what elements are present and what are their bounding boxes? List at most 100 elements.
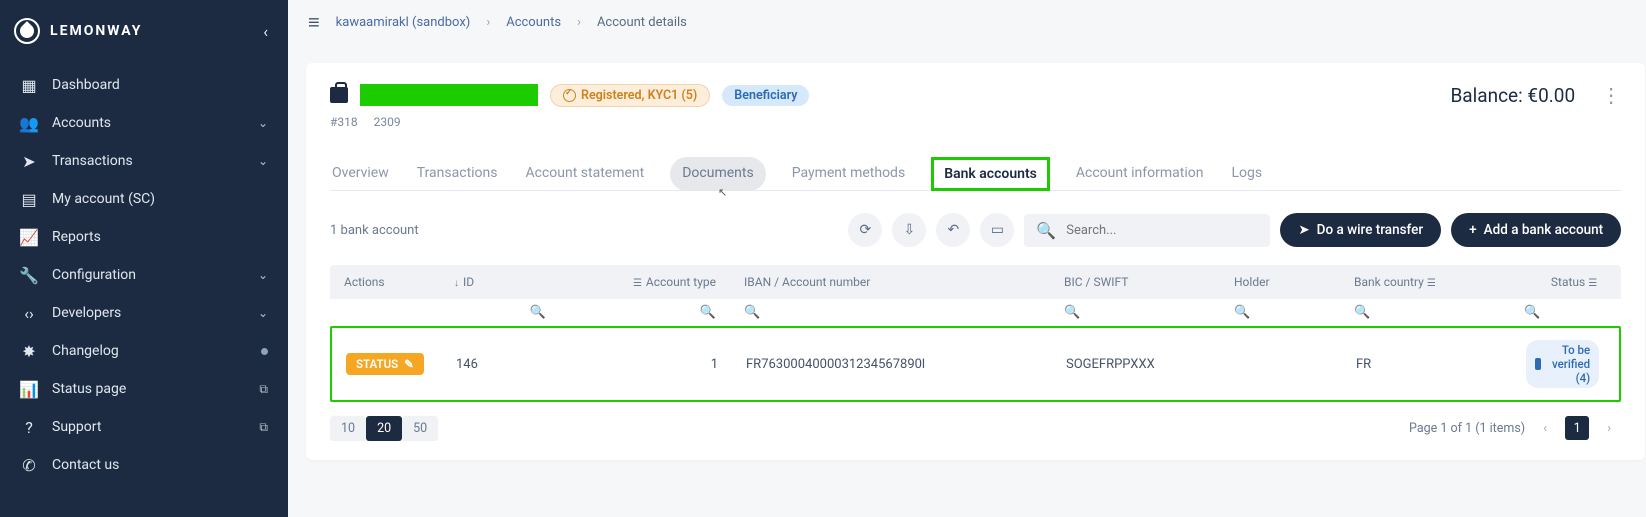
- sidebar-item-support[interactable]: ? Support ⧉: [8, 408, 280, 446]
- tab-documents[interactable]: Documents↖: [670, 157, 765, 191]
- col-status[interactable]: Status ☰: [1510, 275, 1621, 289]
- tabs: Overview Transactions Account statement Doc…: [330, 157, 1621, 191]
- nav-icon: 👥: [20, 114, 38, 132]
- page-info: Page 1 of 1 (1 items): [1409, 421, 1525, 436]
- cursor-icon: ↖: [718, 186, 727, 199]
- wire-transfer-button[interactable]: ➤ Do a wire transfer: [1280, 213, 1441, 247]
- search-icon[interactable]: 🔍: [1064, 305, 1080, 320]
- bank-accounts-table: Actions ↓ID ☰Account type IBAN / Account…: [330, 265, 1621, 402]
- search-icon[interactable]: 🔍: [700, 305, 716, 320]
- refresh-icon[interactable]: ⟳: [848, 213, 882, 247]
- sidebar-item-developers[interactable]: ‹›Developers⌄: [8, 294, 280, 332]
- nav-label: Accounts: [52, 115, 244, 131]
- col-account-type[interactable]: ☰Account type: [560, 275, 730, 289]
- col-holder[interactable]: Holder: [1220, 275, 1340, 289]
- chevron-right-icon: ›: [577, 15, 581, 30]
- sidebar-item-my-account-sc-[interactable]: ▤My account (SC): [8, 180, 280, 218]
- nav-label: Support: [52, 419, 241, 435]
- search-icon[interactable]: 🔍: [1524, 305, 1540, 320]
- col-country[interactable]: Bank country ☰: [1340, 275, 1510, 289]
- row-bic: SOGEFRPPXXX: [1052, 357, 1222, 372]
- sidebar: LEMONWAY ‹ ▦Dashboard👥Accounts⌄➤Transact…: [0, 0, 288, 517]
- page-number[interactable]: 1: [1565, 416, 1589, 440]
- nav-label: Changelog: [52, 343, 243, 359]
- nav-label: Developers: [52, 305, 244, 321]
- search-icon: 🔍: [1036, 221, 1056, 240]
- sidebar-item-reports[interactable]: 📈Reports: [8, 218, 280, 256]
- table-row[interactable]: STATUS ✎ 146 1 FR7630004000031234567890l…: [330, 326, 1621, 402]
- role-label: Beneficiary: [734, 88, 797, 103]
- sidebar-item-accounts[interactable]: 👥 Accounts ⌄: [8, 104, 280, 142]
- search-icon[interactable]: 🔍: [1354, 305, 1370, 320]
- kyc-status-pill: Registered, KYC1 (5): [550, 84, 710, 107]
- shield-icon: [1535, 358, 1541, 370]
- sidebar-item-status-page[interactable]: 📊Status page⧉: [8, 370, 280, 408]
- row-iban: FR7630004000031234567890l: [732, 357, 1052, 372]
- page-size-20[interactable]: 20: [366, 416, 402, 441]
- sidebar-item-transactions[interactable]: ➤Transactions⌄: [8, 142, 280, 180]
- pagination: 102050 Page 1 of 1 (1 items) ‹ 1 ›: [330, 416, 1621, 440]
- nav-icon: ‹›: [20, 304, 38, 322]
- nav-label: Transactions: [52, 153, 244, 169]
- col-bic[interactable]: BIC / SWIFT: [1050, 275, 1220, 289]
- chevron-down-icon: ⌄: [258, 154, 268, 168]
- page-size-10[interactable]: 10: [330, 416, 366, 441]
- nav-icon: ✆: [20, 456, 38, 474]
- nav-icon: ?: [20, 418, 38, 436]
- next-page-button[interactable]: ›: [1597, 416, 1621, 440]
- menu-icon[interactable]: ≡: [308, 10, 320, 35]
- sidebar-item-contact-us[interactable]: ✆ Contact us: [8, 446, 280, 484]
- crumb-env[interactable]: kawaamirakl (sandbox): [336, 15, 471, 30]
- dot-indicator: [261, 348, 268, 355]
- row-status-button[interactable]: STATUS ✎: [346, 353, 424, 375]
- tab-account-information[interactable]: Account information: [1074, 157, 1206, 191]
- external-link-icon: ⧉: [259, 420, 268, 435]
- nav-icon: ▤: [20, 190, 38, 208]
- search-icon[interactable]: 🔍: [530, 305, 546, 320]
- filter-icon: ☰: [633, 278, 642, 289]
- sidebar-item-configuration[interactable]: 🔧Configuration⌄: [8, 256, 280, 294]
- nav-icon: ▦: [20, 76, 38, 94]
- wire-label: Do a wire transfer: [1317, 222, 1424, 238]
- nav-icon: 📈: [20, 228, 38, 246]
- tab-transactions[interactable]: Transactions: [415, 157, 500, 191]
- nav-icon: ✸: [20, 342, 38, 360]
- row-id: 146: [442, 357, 562, 372]
- chevron-down-icon: ⌄: [258, 116, 268, 130]
- tab-overview[interactable]: Overview: [330, 157, 391, 191]
- check-circle-icon: [563, 89, 576, 102]
- page-size-50[interactable]: 50: [402, 416, 438, 441]
- search-input[interactable]: [1066, 223, 1258, 238]
- brand-name: LEMONWAY: [50, 23, 142, 39]
- sidebar-collapse-button[interactable]: ‹: [263, 22, 268, 41]
- export-icon[interactable]: ⇩: [892, 213, 926, 247]
- tab-payment-methods[interactable]: Payment methods: [790, 157, 907, 191]
- prev-page-button[interactable]: ‹: [1533, 416, 1557, 440]
- undo-icon[interactable]: ↶: [936, 213, 970, 247]
- search-icon[interactable]: 🔍: [744, 305, 760, 320]
- sidebar-item-changelog[interactable]: ✸ Changelog: [8, 332, 280, 370]
- crumb-current: Account details: [597, 15, 687, 30]
- crumb-accounts[interactable]: Accounts: [506, 15, 561, 30]
- col-actions: Actions: [330, 275, 440, 289]
- more-menu-icon[interactable]: ⋮: [1601, 83, 1621, 107]
- status-btn-label: STATUS: [356, 357, 398, 371]
- col-iban[interactable]: IBAN / Account number: [730, 275, 1050, 289]
- sidebar-item-dashboard[interactable]: ▦Dashboard: [8, 66, 280, 104]
- row-count: 1 bank account: [330, 223, 419, 238]
- add-bank-account-button[interactable]: + Add a bank account: [1451, 213, 1621, 247]
- nav-label: Contact us: [52, 457, 268, 473]
- send-icon: ➤: [1298, 222, 1309, 238]
- search-field[interactable]: 🔍: [1024, 214, 1270, 247]
- balance-value: Balance: €0.00: [1450, 84, 1575, 107]
- account-external-id: 2309: [374, 115, 401, 129]
- tab-logs[interactable]: Logs: [1229, 157, 1264, 191]
- columns-icon[interactable]: ▭: [980, 213, 1014, 247]
- tab-bank-accounts[interactable]: Bank accounts: [931, 157, 1050, 191]
- briefcase-icon: [330, 87, 348, 103]
- col-id[interactable]: ↓ID: [440, 275, 560, 289]
- logo-icon: [14, 18, 40, 44]
- verify-label: To be verified (4): [1546, 343, 1590, 385]
- tab-account-statement[interactable]: Account statement: [524, 157, 647, 191]
- search-icon[interactable]: 🔍: [1234, 305, 1250, 320]
